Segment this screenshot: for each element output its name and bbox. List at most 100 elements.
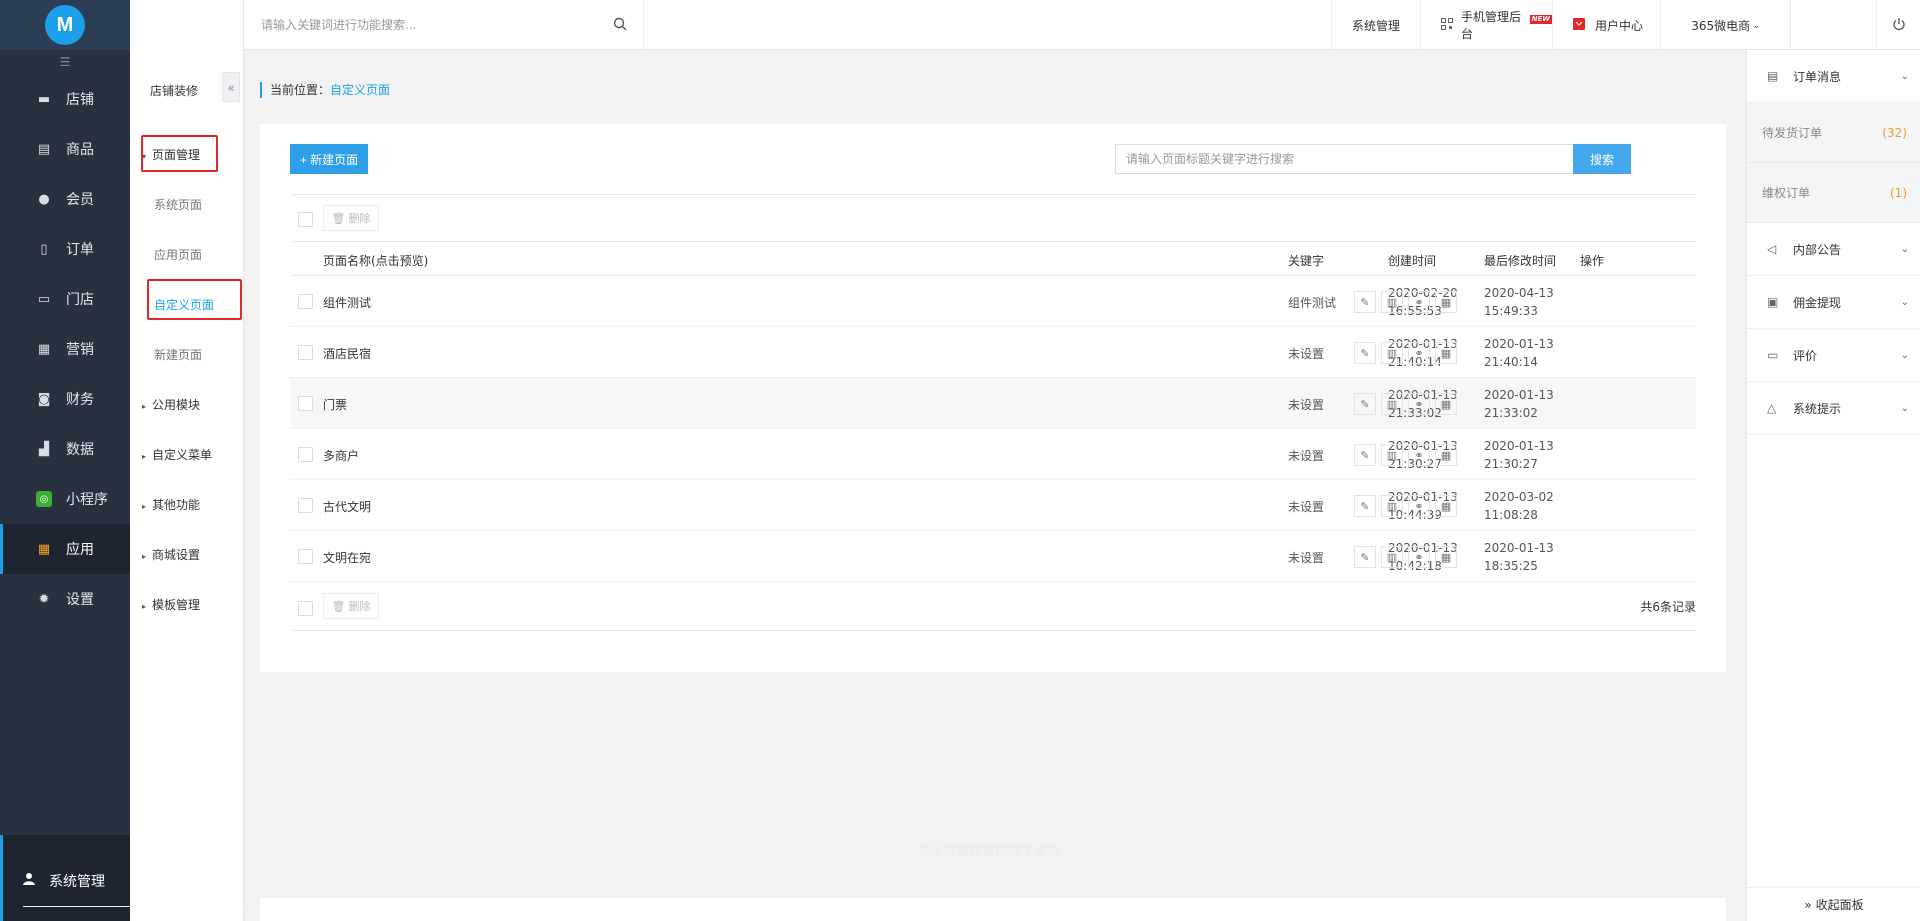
chevron-down-icon: ⌄ [1900,349,1909,361]
subnav-item-system-page[interactable]: 系统页面 [154,196,202,213]
commission-section[interactable]: ▣ 佣金提现 ⌄ [1747,276,1920,329]
qrcode-icon[interactable]: ▦ [1435,291,1457,313]
breadcrumb-current[interactable]: 自定义页面 [330,83,390,97]
comment-icon: ▭ [1767,348,1779,362]
modified-date: 2020-01-13 [1484,541,1554,555]
sidebar-item-shop[interactable]: ▭ 门店 [0,274,130,324]
sidebar-item-data[interactable]: ▟ 数据 [0,424,130,474]
qrcode-icon[interactable]: ▦ [1435,393,1457,415]
sidebar-toggle-icon[interactable]: ☰ [0,50,130,74]
subnav-group-public-module[interactable]: ▸ 公用模块 [142,396,200,413]
sidebar-item-marketing[interactable]: ▦ 营销 [0,324,130,374]
page-name-link[interactable]: 酒店民宿 [323,345,371,362]
sidebar-item-label: 门店 [66,292,94,308]
edit-icon[interactable]: ✎ [1354,495,1376,517]
internal-notice-section[interactable]: ◁ 内部公告 ⌄ [1747,223,1920,276]
page-name-link[interactable]: 组件测试 [323,294,371,311]
link-icon[interactable]: ⚭ [1408,393,1430,415]
subnav-item-new-page[interactable]: 新建页面 [154,346,202,363]
top-header: 系统管理 手机管理后台 NEW 用户中心 365微电商 ⌄ [130,0,1920,50]
link-icon[interactable]: ⚭ [1408,291,1430,313]
row-checkbox[interactable] [298,549,313,564]
subnav-group-other-func[interactable]: ▸ 其他功能 [142,496,200,513]
qrcode-icon[interactable]: ▦ [1435,495,1457,517]
qrcode-icon[interactable]: ▦ [1435,546,1457,568]
row-actions: ✎ ▥ ⚭ ▦ [1354,444,1462,466]
sidebar-item-apps[interactable]: ▦ 应用 [0,524,130,574]
table-row: 门票 未设置 2020-01-13 21:33:02 2020-01-13 21:33:0… [290,378,1696,429]
new-page-button[interactable]: + 新建页面 [290,144,368,174]
search-button[interactable]: 搜索 [1573,144,1631,174]
page-name-link[interactable]: 文明在宛 [323,549,371,566]
row-checkbox[interactable] [298,396,313,411]
collapse-panel-button[interactable]: » 收起面板 [1747,887,1920,921]
row-checkbox[interactable] [298,447,313,462]
page-name-link[interactable]: 古代文明 [323,498,371,515]
logout-button[interactable] [1876,0,1920,50]
page-name-link[interactable]: 门票 [323,396,347,413]
sidebar-item-member[interactable]: ● 会员 [0,174,130,224]
subnav-group-template-mgmt[interactable]: ▸ 模板管理 [142,596,200,613]
link-icon[interactable]: ⚭ [1408,495,1430,517]
miniprogram-icon: ◎ [36,491,52,507]
rights-orders[interactable]: 维权订单 (1) [1747,163,1920,223]
edit-icon[interactable]: ✎ [1354,546,1376,568]
row-checkbox[interactable] [298,345,313,360]
sidebar-item-store[interactable]: ▬ 店铺 [0,74,130,124]
mobile-backend-link[interactable]: 手机管理后台 NEW [1420,0,1552,50]
internal-notice-label: 内部公告 [1793,242,1842,257]
trash-icon[interactable]: ▥ [1381,546,1403,568]
trash-icon[interactable]: ▥ [1381,444,1403,466]
sidebar-item-finance[interactable]: ◙ 财务 [0,374,130,424]
edit-icon[interactable]: ✎ [1354,393,1376,415]
pending-ship-count: (32) [1882,125,1907,140]
search-icon[interactable] [613,17,627,34]
user-center-icon [1573,17,1585,33]
order-messages-section[interactable]: ▤ 订单消息 ⌄ [1747,50,1920,103]
qrcode-icon[interactable]: ▦ [1435,342,1457,364]
logo[interactable]: M [0,0,130,50]
select-all-checkbox-bottom[interactable] [298,601,313,616]
trash-icon[interactable]: ▥ [1381,342,1403,364]
user-center-link[interactable]: 用户中心 [1552,0,1660,50]
shop-switcher[interactable]: 365微电商 ⌄ [1660,0,1790,50]
select-all-checkbox-top[interactable] [298,212,313,227]
delete-label: 删除 [348,600,371,613]
delete-button-top[interactable]: 🗑 删除 [323,205,379,231]
pending-ship-orders[interactable]: 待发货订单 (32) [1747,103,1920,163]
link-icon[interactable]: ⚭ [1408,444,1430,466]
table-row: 古代文明 未设置 2020-01-13 10:44:39 2020-03-02 11:08… [290,480,1696,531]
link-icon[interactable]: ⚭ [1408,546,1430,568]
page-name-link[interactable]: 多商户 [323,447,359,464]
subnav-group-mall-settings[interactable]: ▸ 商城设置 [142,546,200,563]
sidebar-item-system-mgmt[interactable]: 系统管理 [0,835,1429,921]
subnav-item-app-page[interactable]: 应用页面 [154,246,202,263]
row-checkbox[interactable] [298,294,313,309]
delete-button-bottom[interactable]: 🗑 删除 [323,593,379,619]
page-search-input[interactable] [1116,145,1573,173]
subnav-group-public-module-label: 公用模块 [152,398,201,412]
trash-icon[interactable]: ▥ [1381,291,1403,313]
edit-icon[interactable]: ✎ [1354,291,1376,313]
keyword-cell: 未设置 [1288,347,1325,361]
review-section[interactable]: ▭ 评价 ⌄ [1747,329,1920,382]
trash-icon[interactable]: ▥ [1381,495,1403,517]
function-search-input[interactable] [261,18,601,32]
user-icon [23,872,37,890]
link-icon[interactable]: ⚭ [1408,342,1430,364]
system-tips-section[interactable]: △ 系统提示 ⌄ [1747,382,1920,435]
sidebar-item-settings[interactable]: ✹ 设置 [0,574,130,624]
collapse-subnav-button[interactable]: « [222,72,240,102]
wallet-icon: ▣ [1767,295,1779,309]
trash-icon: 🗑 [331,211,346,225]
edit-icon[interactable]: ✎ [1354,342,1376,364]
system-mgmt-link[interactable]: 系统管理 [1331,0,1420,50]
sidebar-item-miniprogram[interactable]: ◎ 小程序 [0,474,130,524]
trash-icon[interactable]: ▥ [1381,393,1403,415]
row-checkbox[interactable] [298,498,313,513]
qrcode-icon[interactable]: ▦ [1435,444,1457,466]
sidebar-item-goods[interactable]: ▤ 商品 [0,124,130,174]
edit-icon[interactable]: ✎ [1354,444,1376,466]
subnav-group-custom-menu[interactable]: ▸ 自定义菜单 [142,446,212,463]
sidebar-item-order[interactable]: ▯ 订单 [0,224,130,274]
